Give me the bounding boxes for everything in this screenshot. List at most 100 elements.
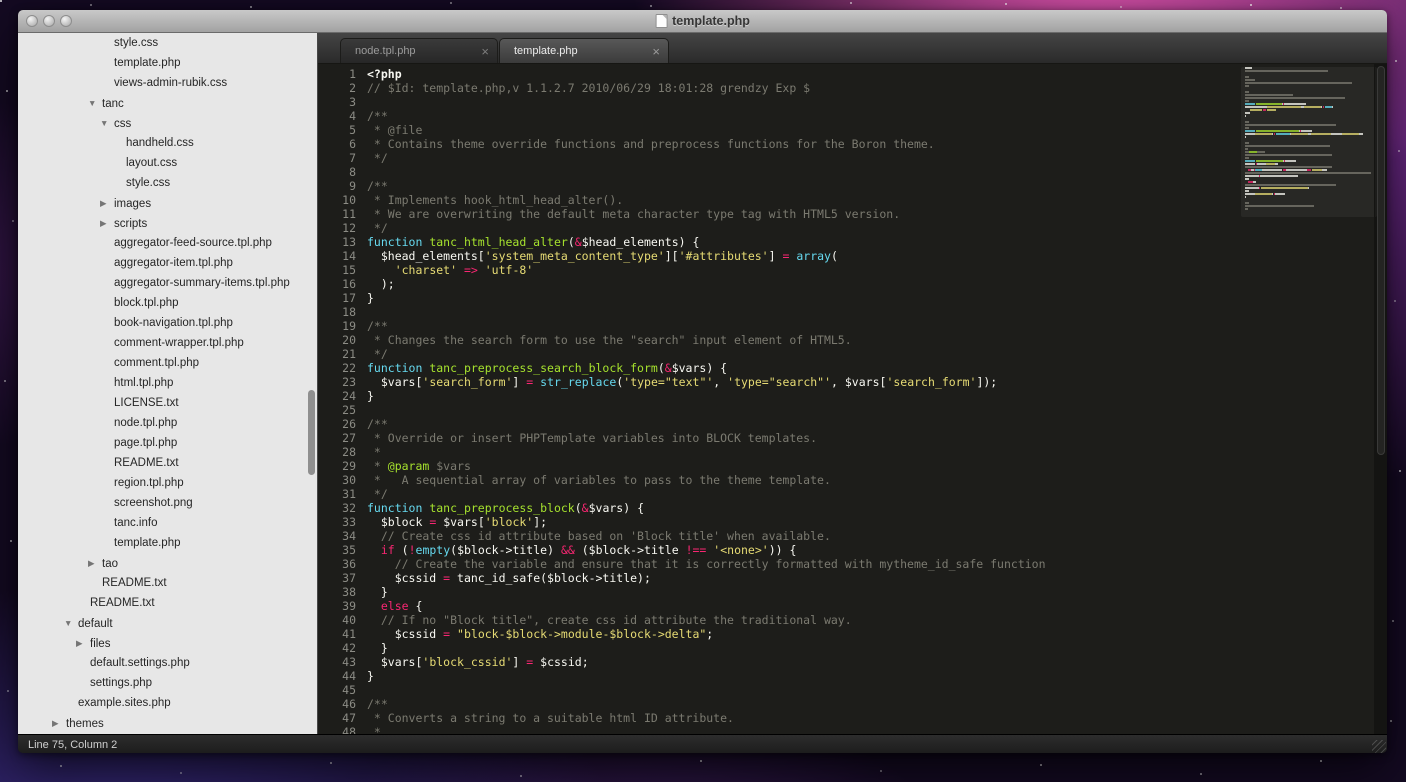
code-line[interactable]: 43 $vars['block_cssid'] = $cssid;: [318, 655, 1387, 669]
tree-item-file[interactable]: README.txt: [18, 453, 317, 473]
code-line[interactable]: 2// $Id: template.php,v 1.1.2.7 2010/06/…: [318, 81, 1387, 95]
disclosure-open-icon[interactable]: ▼: [88, 93, 102, 113]
code-line[interactable]: 20 * Changes the search form to use the …: [318, 333, 1387, 347]
tree-item-file[interactable]: views-admin-rubik.css: [18, 73, 317, 93]
editor-tab[interactable]: template.php×: [499, 38, 669, 63]
window-titlebar[interactable]: template.php: [18, 10, 1387, 33]
code-line[interactable]: 40 // If no "Block title", create css id…: [318, 613, 1387, 627]
tree-item-file[interactable]: style.css: [18, 33, 317, 53]
disclosure-closed-icon[interactable]: ▶: [76, 633, 90, 653]
sidebar-scrollbar-thumb[interactable]: [308, 390, 315, 475]
code-line[interactable]: 30 * A sequential array of variables to …: [318, 473, 1387, 487]
code-editor[interactable]: 1<?php2// $Id: template.php,v 1.1.2.7 20…: [318, 64, 1387, 734]
code-line[interactable]: 1<?php: [318, 67, 1387, 81]
code-line[interactable]: 12 */: [318, 221, 1387, 235]
code-line[interactable]: 46/**: [318, 697, 1387, 711]
code-line[interactable]: 34 // Create css id attribute based on '…: [318, 529, 1387, 543]
code-line[interactable]: 37 $cssid = tanc_id_safe($block->title);: [318, 571, 1387, 585]
code-line[interactable]: 47 * Converts a string to a suitable htm…: [318, 711, 1387, 725]
tree-item-file[interactable]: book-navigation.tpl.php: [18, 313, 317, 333]
code-line[interactable]: 23 $vars['search_form'] = str_replace('t…: [318, 375, 1387, 389]
code-line[interactable]: 32function tanc_preprocess_block(&$vars)…: [318, 501, 1387, 515]
tree-item-file[interactable]: template.php: [18, 53, 317, 73]
code-line[interactable]: 41 $cssid = "block-$block->module-$block…: [318, 627, 1387, 641]
close-tab-icon[interactable]: ×: [636, 39, 660, 64]
tree-item-file[interactable]: aggregator-summary-items.tpl.php: [18, 273, 317, 293]
code-line[interactable]: 31 */: [318, 487, 1387, 501]
code-line[interactable]: 7 */: [318, 151, 1387, 165]
code-line[interactable]: 17}: [318, 291, 1387, 305]
minimap[interactable]: [1245, 67, 1373, 211]
tree-item-file[interactable]: layout.css: [18, 153, 317, 173]
code-line[interactable]: 28 *: [318, 445, 1387, 459]
tree-item-folder[interactable]: ▶scripts: [18, 213, 317, 233]
code-line[interactable]: 15 'charset' => 'utf-8': [318, 263, 1387, 277]
disclosure-open-icon[interactable]: ▼: [64, 613, 78, 633]
tree-item-file[interactable]: style.css: [18, 173, 317, 193]
code-line[interactable]: 10 * Implements hook_html_head_alter().: [318, 193, 1387, 207]
tree-item-folder[interactable]: ▶files: [18, 633, 317, 653]
tree-item-file[interactable]: default.settings.php: [18, 653, 317, 673]
editor-scrollbar-thumb[interactable]: [1377, 66, 1385, 455]
code-line[interactable]: 6 * Contains theme override functions an…: [318, 137, 1387, 151]
tree-item-file[interactable]: settings.php: [18, 673, 317, 693]
code-line[interactable]: 26/**: [318, 417, 1387, 431]
tree-item-folder[interactable]: ▼default: [18, 613, 317, 633]
code-line[interactable]: 27 * Override or insert PHPTemplate vari…: [318, 431, 1387, 445]
tree-item-folder[interactable]: ▶images: [18, 193, 317, 213]
code-line[interactable]: 24}: [318, 389, 1387, 403]
code-line[interactable]: 22function tanc_preprocess_search_block_…: [318, 361, 1387, 375]
tree-item-file[interactable]: README.txt: [18, 593, 317, 613]
code-line[interactable]: 25: [318, 403, 1387, 417]
editor-tab[interactable]: node.tpl.php×: [340, 38, 498, 63]
code-line[interactable]: 33 $block = $vars['block'];: [318, 515, 1387, 529]
code-line[interactable]: 29 * @param $vars: [318, 459, 1387, 473]
tree-item-file[interactable]: comment.tpl.php: [18, 353, 317, 373]
code-line[interactable]: 38 }: [318, 585, 1387, 599]
code-line[interactable]: 18: [318, 305, 1387, 319]
code-line[interactable]: 44}: [318, 669, 1387, 683]
code-line[interactable]: 11 * We are overwriting the default meta…: [318, 207, 1387, 221]
code-line[interactable]: 35 if (!empty($block->title) && ($block-…: [318, 543, 1387, 557]
zoom-button[interactable]: [60, 15, 72, 27]
tree-item-file[interactable]: page.tpl.php: [18, 433, 317, 453]
editor-scrollbar[interactable]: [1374, 64, 1387, 734]
tree-item-folder[interactable]: ▶themes: [18, 713, 317, 733]
code-line[interactable]: 16 );: [318, 277, 1387, 291]
tree-item-file[interactable]: screenshot.png: [18, 493, 317, 513]
code-line[interactable]: 9/**: [318, 179, 1387, 193]
code-line[interactable]: 3: [318, 95, 1387, 109]
resize-grip[interactable]: [1372, 740, 1386, 753]
code-line[interactable]: 8: [318, 165, 1387, 179]
code-line[interactable]: 5 * @file: [318, 123, 1387, 137]
code-line[interactable]: 39 else {: [318, 599, 1387, 613]
tree-item-file[interactable]: handheld.css: [18, 133, 317, 153]
tree-item-file[interactable]: aggregator-item.tpl.php: [18, 253, 317, 273]
tree-item-file[interactable]: LICENSE.txt: [18, 393, 317, 413]
code-line[interactable]: 4/**: [318, 109, 1387, 123]
tree-item-file[interactable]: template.php: [18, 533, 317, 553]
code-line[interactable]: 21 */: [318, 347, 1387, 361]
tree-item-file[interactable]: aggregator-feed-source.tpl.php: [18, 233, 317, 253]
disclosure-open-icon[interactable]: ▼: [100, 113, 114, 133]
disclosure-closed-icon[interactable]: ▶: [100, 193, 114, 213]
code-line[interactable]: 45: [318, 683, 1387, 697]
tree-item-file[interactable]: region.tpl.php: [18, 473, 317, 493]
tree-item-file[interactable]: comment-wrapper.tpl.php: [18, 333, 317, 353]
code-line[interactable]: 42 }: [318, 641, 1387, 655]
code-line[interactable]: 14 $head_elements['system_meta_content_t…: [318, 249, 1387, 263]
close-tab-icon[interactable]: ×: [465, 39, 489, 64]
code-line[interactable]: 13function tanc_html_head_alter(&$head_e…: [318, 235, 1387, 249]
minimize-button[interactable]: [43, 15, 55, 27]
tree-item-file[interactable]: html.tpl.php: [18, 373, 317, 393]
code-line[interactable]: 36 // Create the variable and ensure tha…: [318, 557, 1387, 571]
disclosure-closed-icon[interactable]: ▶: [88, 553, 102, 573]
close-button[interactable]: [26, 15, 38, 27]
code-line[interactable]: 19/**: [318, 319, 1387, 333]
tree-item-file[interactable]: block.tpl.php: [18, 293, 317, 313]
tree-item-folder[interactable]: ▶tao: [18, 553, 317, 573]
disclosure-closed-icon[interactable]: ▶: [100, 213, 114, 233]
tree-item-folder[interactable]: ▼tanc: [18, 93, 317, 113]
tree-item-file[interactable]: node.tpl.php: [18, 413, 317, 433]
tree-item-file[interactable]: example.sites.php: [18, 693, 317, 713]
